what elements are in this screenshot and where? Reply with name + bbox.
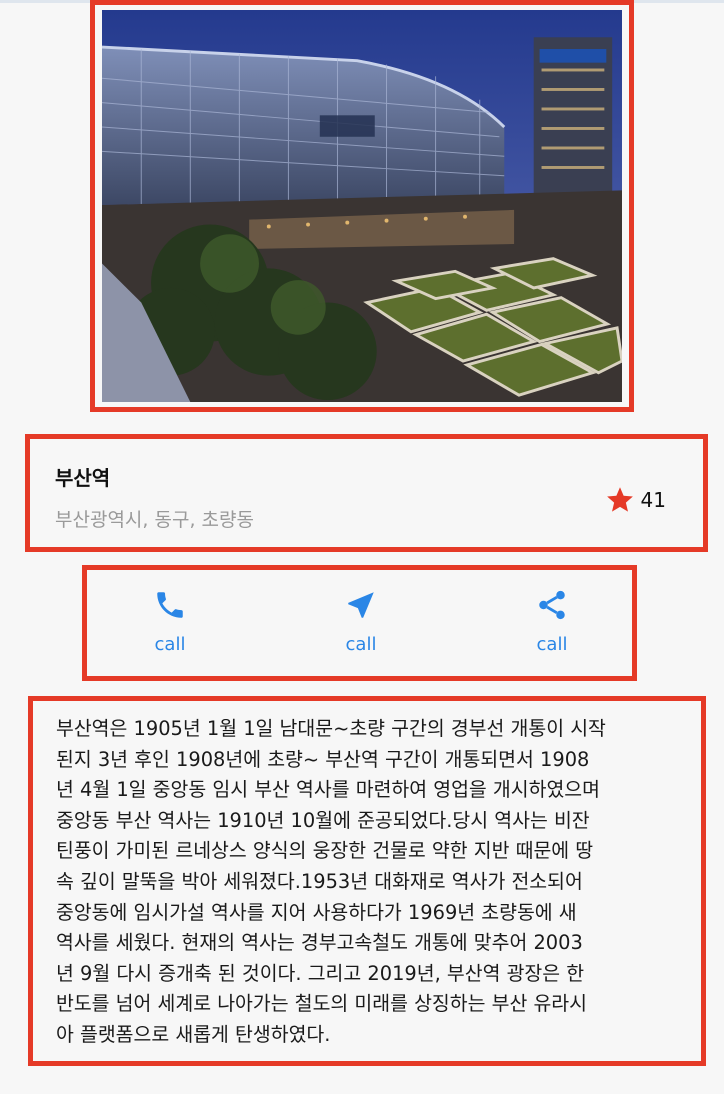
description-line: 속 깊이 말뚝을 박아 세워졌다.1953년 대화재로 역사가 전소되어 [56, 869, 583, 893]
description-line: 부산역은 1905년 1월 1일 남대문~초량 구간의 경부선 개통이 시작 [56, 717, 606, 740]
rating-count: 41 [640, 488, 666, 512]
description-line: 년 9월 다시 증개축 된 것이다. 그리고 2019년, 부산역 광장은 한 [56, 961, 585, 985]
phone-icon [157, 592, 183, 618]
description-line: 틴풍이 가미된 르네상스 양식의 웅장한 건물로 약한 지반 때문에 땅 [56, 839, 594, 863]
station-address: 부산광역시, 동구, 초량동 [55, 509, 254, 531]
station-title: 부산역 [55, 466, 111, 490]
share-button[interactable]: call [502, 588, 602, 655]
star-icon [606, 487, 633, 512]
station-description: 부산역은 1905년 1월 1일 남대문~초량 구간의 경부선 개통이 시작 된… [56, 714, 681, 1051]
description-line: 중앙동에 임시가설 역사를 지어 사용하다가 1969년 초량동에 새 [56, 900, 577, 924]
share-icon [539, 590, 565, 620]
description-card: 부산역은 1905년 1월 1일 남대문~초량 구간의 경부선 개통이 시작 된… [28, 696, 706, 1066]
description-line: 아 플랫폼으로 새롭게 탄생하였다. [56, 1022, 331, 1046]
station-info-card: 부산역 부산광역시, 동구, 초량동 41 [25, 434, 708, 552]
station-photo [102, 10, 622, 402]
call-button[interactable]: call [120, 588, 220, 655]
call-button-label: call [154, 634, 186, 655]
description-line: 반도를 넘어 세계로 나아가는 철도의 미래를 상징하는 부산 유라시 [56, 992, 587, 1016]
navigation-arrow-icon [348, 592, 374, 618]
description-line: 년 4월 1일 중앙동 임시 부산 역사를 마련하여 영업을 개시하였으며 [56, 778, 600, 802]
directions-button[interactable]: call [311, 588, 411, 655]
directions-button-label: call [345, 634, 377, 655]
share-button-label: call [536, 634, 568, 655]
station-photo-illustration [102, 10, 622, 402]
station-image-card [90, 0, 634, 412]
action-buttons-card: call call call [82, 565, 637, 681]
description-line: 중앙동 부산 역사는 1910년 10월에 준공되었다.당시 역사는 비잔 [56, 808, 590, 832]
rating[interactable]: 41 [605, 485, 666, 515]
description-line: 역사를 세웠다. 현재의 역사는 경부고속철도 개통에 맞추어 2003 [56, 931, 583, 955]
description-line: 된지 3년 후인 1908년에 초량~ 부산역 구간이 개통되면서 1908 [56, 747, 590, 771]
